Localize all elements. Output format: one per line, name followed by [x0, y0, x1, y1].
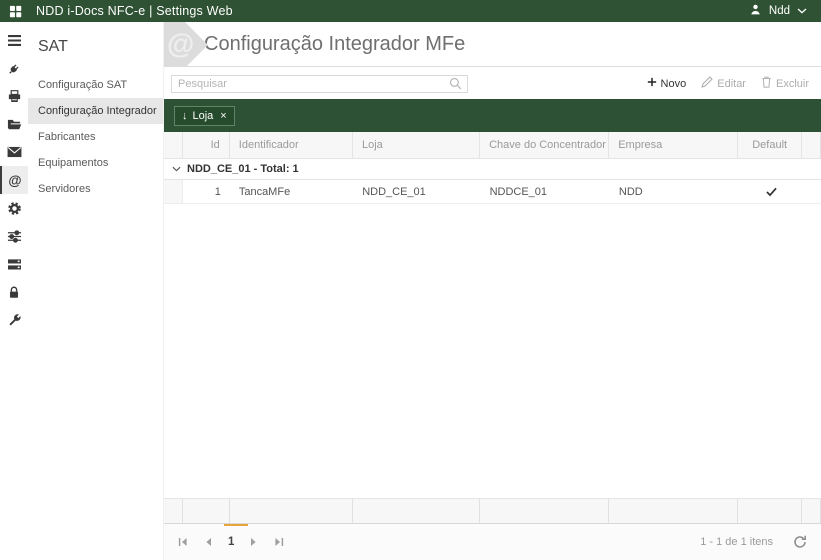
column-header-spacer	[802, 132, 821, 158]
next-page-icon[interactable]	[250, 537, 258, 547]
trash-icon	[761, 76, 772, 91]
refresh-icon[interactable]	[793, 535, 807, 549]
cell-chave: NDDCE_01	[489, 185, 548, 198]
menu-icon[interactable]	[0, 26, 28, 54]
edit-button-label: Editar	[717, 77, 746, 90]
plus-icon	[647, 77, 657, 90]
page-number[interactable]: 1	[228, 536, 234, 548]
pager: 1 1 - 1 de 1 itens	[164, 524, 821, 560]
main-content: @ Configuração Integrador MFe Novo	[163, 22, 821, 560]
server-icon[interactable]	[0, 250, 28, 278]
page-title: Configuração Integrador MFe	[204, 32, 466, 55]
remove-group-icon[interactable]: ×	[220, 110, 226, 122]
sidebar: SAT Configuração SAT Configuração Integr…	[28, 22, 163, 560]
pager-buttons: 1	[178, 536, 284, 548]
new-button[interactable]: Novo	[647, 77, 687, 90]
sidebar-title: SAT	[38, 38, 68, 55]
table-header-row: Id Identificador Loja Chave do Concentra…	[164, 132, 821, 159]
app-title: NDD i-Docs NFC-e | Settings Web	[36, 4, 233, 18]
edit-button[interactable]: Editar	[701, 76, 746, 91]
cell-identificador: TancaMFe	[238, 185, 291, 198]
footer-cell	[164, 499, 183, 523]
grid-footer-row	[164, 498, 821, 524]
sidebar-item-equipamentos[interactable]: Equipamentos	[28, 150, 163, 176]
mail-icon[interactable]	[0, 138, 28, 166]
delete-button-label: Excluir	[775, 77, 809, 90]
group-header-row[interactable]: NDD_CE_01 - Total: 1	[164, 159, 821, 180]
data-grid: ↓ Loja × Id Identificador Loja Chave do …	[164, 99, 821, 560]
footer-cell	[480, 499, 610, 523]
app-grid-icon[interactable]	[0, 5, 30, 18]
user-name: Ndd	[768, 5, 790, 17]
folder-icon[interactable]	[0, 110, 28, 138]
pager-info: 1 - 1 de 1 itens	[700, 536, 773, 548]
cell-empresa: NDD	[618, 185, 643, 198]
column-header-empresa[interactable]: Empresa	[609, 132, 739, 158]
collapse-chevron-icon[interactable]	[172, 163, 181, 175]
grid-empty-area	[164, 204, 821, 498]
sort-down-icon[interactable]: ↓	[182, 110, 188, 122]
footer-cell	[230, 499, 353, 523]
first-page-icon[interactable]	[178, 537, 188, 547]
pager-right: 1 - 1 de 1 itens	[700, 535, 807, 549]
gear-icon[interactable]	[0, 194, 28, 222]
search-box	[171, 74, 468, 93]
column-header-loja[interactable]: Loja	[353, 132, 481, 158]
sidebar-item-configuracao-sat[interactable]: Configuração SAT	[28, 72, 163, 98]
plug-icon[interactable]	[0, 54, 28, 82]
sidebar-item-configuracao-integrador[interactable]: Configuração Integrador	[28, 98, 163, 124]
grid-toolbar: Novo Editar Exclui	[164, 71, 821, 96]
search-input[interactable]	[172, 77, 449, 90]
topbar: NDD i-Docs NFC-e | Settings Web Ndd	[0, 0, 821, 22]
column-header-chave[interactable]: Chave do Concentrador	[480, 132, 610, 158]
group-by-bar: ↓ Loja ×	[164, 99, 821, 132]
new-button-label: Novo	[660, 77, 687, 90]
sidebar-item-servidores[interactable]: Servidores	[28, 176, 163, 202]
sidebar-item-fabricantes[interactable]: Fabricantes	[28, 124, 163, 150]
user-menu[interactable]: Ndd	[749, 3, 807, 19]
footer-cell	[183, 499, 230, 523]
user-icon	[749, 3, 762, 19]
row-group-indent	[164, 180, 183, 203]
at-watermark-glyph: @	[167, 28, 195, 59]
wrench-icon[interactable]	[0, 306, 28, 334]
search-icon[interactable]	[449, 77, 462, 90]
column-header-default[interactable]: Default	[738, 132, 802, 158]
footer-cell	[802, 499, 821, 523]
toolbar-buttons: Novo Editar Excluir	[647, 76, 809, 91]
chevron-down-icon	[797, 5, 807, 17]
column-header-identificador[interactable]: Identificador	[230, 132, 353, 158]
cell-id: 1	[214, 185, 221, 198]
pencil-icon	[701, 76, 713, 91]
cell-loja: NDD_CE_01	[362, 185, 426, 198]
prev-page-icon[interactable]	[204, 537, 212, 547]
lock-icon[interactable]	[0, 278, 28, 306]
at-icon[interactable]: @	[0, 166, 28, 194]
sliders-icon[interactable]	[0, 222, 28, 250]
group-chip-label: Loja	[192, 109, 214, 122]
table-row[interactable]: 1 TancaMFe NDD_CE_01 NDDCE_01 NDD	[164, 180, 821, 204]
footer-cell	[738, 499, 802, 523]
app-shell: @ SAT Configuração SAT Configuração Inte…	[0, 22, 821, 560]
cell-default-check-icon	[739, 180, 803, 203]
group-chip-loja[interactable]: ↓ Loja ×	[174, 105, 235, 126]
last-page-icon[interactable]	[274, 537, 284, 547]
current-page-indicator	[224, 524, 248, 526]
footer-cell	[353, 499, 481, 523]
footer-cell	[609, 499, 739, 523]
group-header-label: NDD_CE_01 - Total: 1	[187, 163, 299, 175]
cell-spacer	[803, 180, 821, 203]
delete-button[interactable]: Excluir	[761, 76, 809, 91]
printer-icon[interactable]	[0, 82, 28, 110]
page-header: @ Configuração Integrador MFe	[164, 22, 821, 67]
column-header-id[interactable]: Id	[183, 132, 230, 158]
header-group-indent	[164, 132, 183, 158]
icon-rail: @	[0, 22, 28, 560]
